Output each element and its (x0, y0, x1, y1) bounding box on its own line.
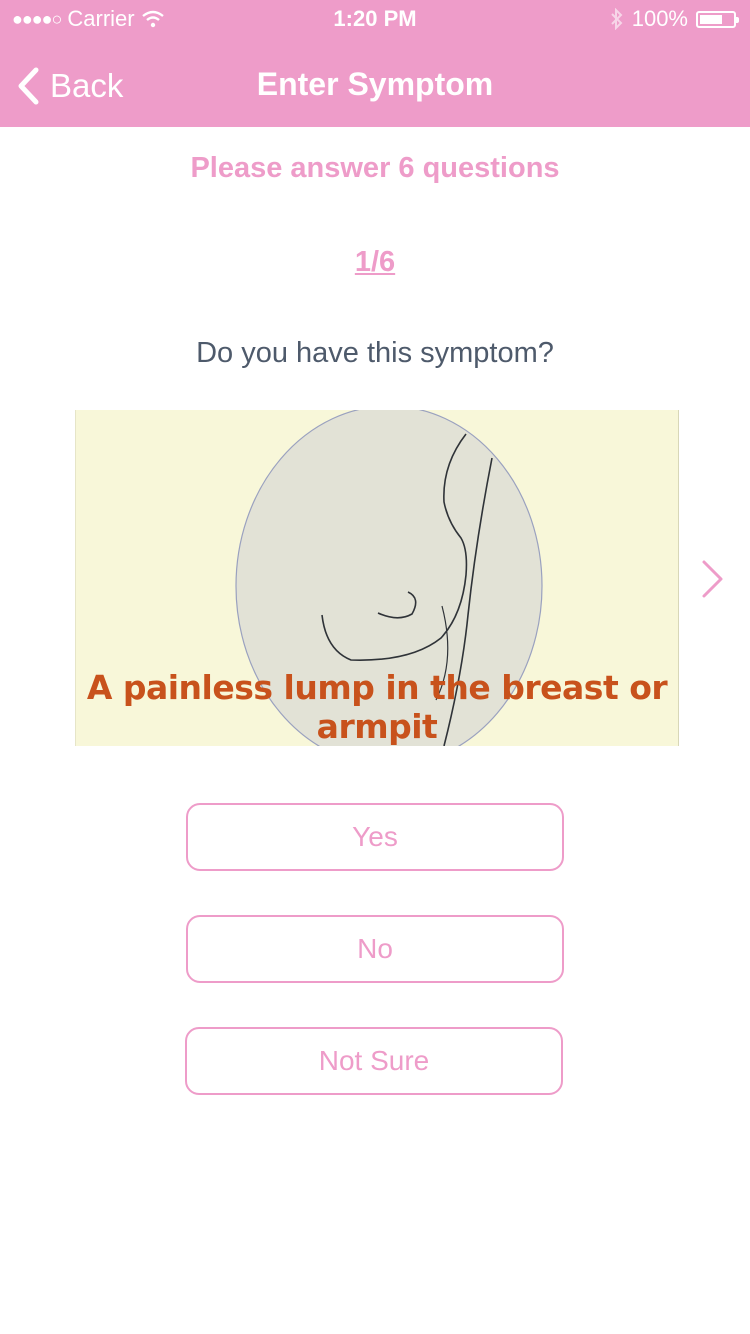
question-text: Do you have this symptom? (196, 337, 554, 369)
question-progress: 1/6 (354, 246, 396, 278)
answer-not-sure-button[interactable]: Not Sure (185, 1027, 563, 1095)
bluetooth-icon (611, 8, 623, 30)
answer-no-button[interactable]: No (186, 915, 564, 983)
answer-yes-button[interactable]: Yes (186, 803, 564, 871)
status-right: 100% (610, 6, 739, 32)
battery-icon (696, 10, 739, 28)
navigation-bar: Back Enter Symptom (0, 40, 750, 127)
battery-percent: 100% (631, 6, 688, 31)
questions-prompt: Please answer 6 questions (190, 152, 560, 184)
chevron-right-icon (702, 560, 723, 598)
next-image-button[interactable] (700, 558, 726, 605)
status-bar: ●●●●○ Carrier 1:20 PM 100% (0, 0, 750, 40)
page-title: Enter Symptom (256, 66, 494, 102)
symptom-caption: A painless lump in the breast or armpit (86, 668, 668, 746)
header-bar: ●●●●○ Carrier 1:20 PM 100% Back Enter Sy… (0, 0, 750, 127)
symptom-image: A painless lump in the breast or armpit (75, 410, 679, 746)
